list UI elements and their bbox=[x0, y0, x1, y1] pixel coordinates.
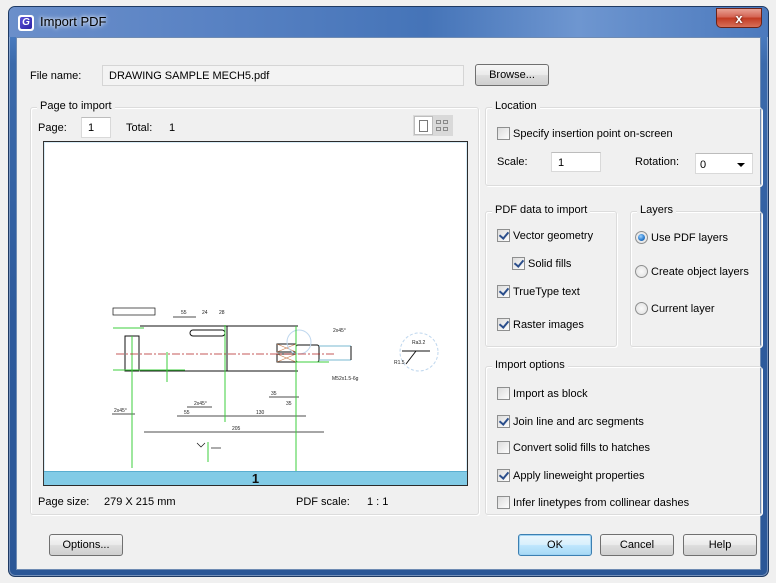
scale-input[interactable]: 1 bbox=[551, 152, 601, 172]
checkbox-box bbox=[497, 229, 510, 242]
convert-fills-label: Convert solid fills to hatches bbox=[513, 441, 650, 454]
file-name-field[interactable]: DRAWING SAMPLE MECH5.pdf bbox=[102, 65, 464, 86]
close-icon: x bbox=[735, 10, 743, 26]
tolerance-frame bbox=[112, 307, 156, 316]
dim-label-130: 130 bbox=[256, 410, 265, 416]
raster-images-label: Raster images bbox=[513, 318, 584, 331]
dim-label-35-a: 35 bbox=[271, 391, 277, 397]
radius-label: R1.5 bbox=[394, 360, 405, 366]
scale-label: Scale: bbox=[497, 156, 528, 168]
use-pdf-layers-radio[interactable]: Use PDF layers bbox=[635, 231, 728, 244]
solid-fills-checkbox[interactable]: Solid fills bbox=[512, 257, 571, 270]
convert-fills-checkbox[interactable]: Convert solid fills to hatches bbox=[497, 441, 650, 454]
solid-fills-label: Solid fills bbox=[528, 257, 572, 270]
rotation-value: 0 bbox=[700, 159, 707, 171]
help-button[interactable]: Help bbox=[683, 534, 757, 556]
options-button[interactable]: Options... bbox=[49, 534, 123, 556]
gstarcad-logo-icon: G bbox=[18, 15, 34, 31]
total-label: Total: bbox=[126, 122, 153, 134]
thumbnail-grid-view-icon[interactable] bbox=[435, 119, 449, 132]
single-page-view-icon bbox=[419, 119, 428, 132]
truetype-text-label: TrueType text bbox=[513, 285, 580, 298]
window-title: Import PDF bbox=[40, 14, 107, 29]
location-group: Location bbox=[485, 100, 762, 186]
single-page-view-button[interactable] bbox=[414, 116, 433, 135]
pdf-scale-label: PDF scale: bbox=[296, 496, 350, 508]
pdf-scale-value: 1 : 1 bbox=[367, 496, 389, 508]
file-name-label: File name: bbox=[30, 70, 82, 82]
keyway-slot bbox=[189, 329, 226, 337]
import-as-block-label: Import as block bbox=[513, 387, 588, 400]
dialog-body: File name: DRAWING SAMPLE MECH5.pdf Brow… bbox=[16, 37, 762, 570]
checkbox-box bbox=[497, 415, 510, 428]
checkbox-box bbox=[497, 441, 510, 454]
close-button[interactable]: x bbox=[716, 8, 762, 28]
view-mode-toggle bbox=[413, 115, 453, 136]
layers-title: Layers bbox=[637, 204, 677, 216]
infer-linetypes-label: Infer linetypes from collinear dashes bbox=[513, 496, 690, 509]
raster-images-checkbox[interactable]: Raster images bbox=[497, 318, 584, 331]
join-segments-label: Join line and arc segments bbox=[513, 415, 644, 428]
checkbox-box bbox=[497, 496, 510, 509]
page-input[interactable]: 1 bbox=[81, 117, 111, 138]
checkbox-box bbox=[497, 127, 510, 140]
preview-page-number: 1 bbox=[44, 471, 467, 486]
use-pdf-layers-label: Use PDF layers bbox=[651, 231, 729, 244]
page-label: Page: bbox=[38, 122, 67, 134]
checkbox-box bbox=[497, 318, 510, 331]
infer-linetypes-checkbox[interactable]: Infer linetypes from collinear dashes bbox=[497, 496, 689, 509]
chamfer-label-1: 2x45° bbox=[114, 408, 127, 414]
ok-button[interactable]: OK bbox=[518, 534, 592, 556]
detail-circle bbox=[399, 332, 439, 372]
radio-dot bbox=[635, 265, 648, 278]
vector-geometry-label: Vector geometry bbox=[513, 229, 594, 242]
vector-geometry-checkbox[interactable]: Vector geometry bbox=[497, 229, 593, 242]
truetype-text-checkbox[interactable]: TrueType text bbox=[497, 285, 580, 298]
checkbox-box bbox=[512, 257, 525, 270]
apply-lineweight-checkbox[interactable]: Apply lineweight properties bbox=[497, 469, 644, 482]
page-to-import-title: Page to import bbox=[37, 100, 115, 112]
import-options-title: Import options bbox=[492, 359, 568, 371]
specify-insertion-label: Specify insertion point on-screen bbox=[513, 127, 673, 140]
chevron-down-icon bbox=[737, 163, 745, 167]
location-title: Location bbox=[492, 100, 540, 112]
dim-label-28: 28 bbox=[219, 310, 225, 316]
thread-label: M52x1.5-6g bbox=[332, 376, 359, 382]
current-layer-radio[interactable]: Current layer bbox=[635, 302, 715, 315]
join-segments-checkbox[interactable]: Join line and arc segments bbox=[497, 415, 644, 428]
radio-dot bbox=[635, 231, 648, 244]
pdf-preview: 55 24 28 55 130 205 35 35 2x45° 2x45° 2x… bbox=[43, 141, 468, 486]
checkbox-box bbox=[497, 387, 510, 400]
import-as-block-checkbox[interactable]: Import as block bbox=[497, 387, 588, 400]
create-object-layers-radio[interactable]: Create object layers bbox=[635, 265, 749, 278]
dim-label-35-b: 35 bbox=[286, 401, 292, 407]
import-pdf-dialog: G Import PDF x File name: DRAWING SAMPLE… bbox=[8, 6, 769, 577]
page-size-label: Page size: bbox=[38, 496, 90, 508]
roughness-label: Ra3.2 bbox=[412, 340, 426, 346]
page-size-value: 279 X 215 mm bbox=[104, 496, 176, 508]
rotation-dropdown[interactable]: 0 bbox=[695, 153, 753, 174]
dim-label-205: 205 bbox=[232, 426, 241, 432]
current-layer-label: Current layer bbox=[651, 302, 715, 315]
dim-label-55-top: 55 bbox=[181, 310, 187, 316]
total-value: 1 bbox=[169, 122, 176, 134]
create-object-layers-label: Create object layers bbox=[651, 265, 749, 278]
checkbox-box bbox=[497, 469, 510, 482]
drawing-preview: 55 24 28 55 130 205 35 35 2x45° 2x45° 2x… bbox=[112, 307, 439, 472]
pdf-data-title: PDF data to import bbox=[492, 204, 591, 216]
radio-dot bbox=[635, 302, 648, 315]
chamfer-label-3: 2x45° bbox=[333, 328, 346, 334]
thread-detail-circle bbox=[286, 329, 312, 355]
apply-lineweight-label: Apply lineweight properties bbox=[513, 469, 645, 482]
chamfer-label-2: 2x45° bbox=[194, 401, 207, 407]
specify-insertion-checkbox[interactable]: Specify insertion point on-screen bbox=[497, 127, 673, 140]
rotation-label: Rotation: bbox=[635, 156, 680, 168]
cancel-button[interactable]: Cancel bbox=[600, 534, 674, 556]
browse-button[interactable]: Browse... bbox=[475, 64, 549, 86]
checkbox-box bbox=[497, 285, 510, 298]
dim-label-24: 24 bbox=[202, 310, 208, 316]
title-bar[interactable]: G Import PDF x bbox=[9, 7, 768, 37]
dim-label-55-bottom: 55 bbox=[184, 410, 190, 416]
